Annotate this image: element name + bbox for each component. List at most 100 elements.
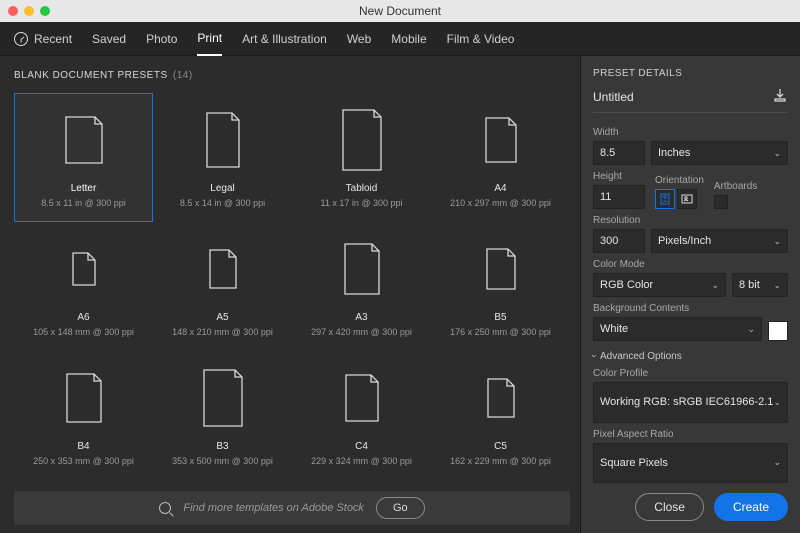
preset-name: C5 bbox=[494, 441, 507, 452]
height-label: Height bbox=[593, 171, 645, 182]
color-mode-label: Color Mode bbox=[593, 259, 788, 270]
preset-name: Letter bbox=[71, 183, 97, 194]
pixel-aspect-select[interactable]: Square Pixels⌄ bbox=[593, 443, 788, 484]
tab-photo[interactable]: Photo bbox=[146, 23, 177, 55]
preset-name: A6 bbox=[77, 312, 89, 323]
tab-recent[interactable]: Recent bbox=[14, 23, 72, 55]
stock-search-bar: Find more templates on Adobe Stock Go bbox=[14, 491, 570, 525]
preset-card-a6[interactable]: A6 105 x 148 mm @ 300 ppi bbox=[14, 222, 153, 351]
search-icon bbox=[159, 502, 171, 514]
preset-name: A4 bbox=[494, 183, 506, 194]
chevron-down-icon: › bbox=[590, 355, 600, 358]
resolution-label: Resolution bbox=[593, 215, 788, 226]
page-icon bbox=[342, 101, 382, 179]
tab-saved[interactable]: Saved bbox=[92, 23, 126, 55]
preset-card-a4[interactable]: A4 210 x 297 mm @ 300 ppi bbox=[431, 93, 570, 222]
width-label: Width bbox=[593, 127, 788, 138]
save-preset-icon[interactable] bbox=[772, 87, 788, 106]
pixel-aspect-value: Square Pixels bbox=[600, 457, 668, 469]
preset-gallery: BLANK DOCUMENT PRESETS (14) Letter 8.5 x … bbox=[0, 56, 580, 533]
height-input[interactable] bbox=[593, 185, 645, 209]
bit-depth-select[interactable]: 8 bit⌄ bbox=[732, 273, 788, 297]
page-icon bbox=[209, 230, 237, 308]
preset-dimensions: 11 x 17 in @ 300 ppi bbox=[320, 198, 402, 208]
preset-name: B4 bbox=[77, 441, 89, 452]
page-icon bbox=[72, 230, 96, 308]
preset-dimensions: 105 x 148 mm @ 300 ppi bbox=[33, 327, 134, 337]
preset-dimensions: 297 x 420 mm @ 300 ppi bbox=[311, 327, 412, 337]
preset-dimensions: 8.5 x 14 in @ 300 ppi bbox=[180, 198, 265, 208]
preset-name: C4 bbox=[355, 441, 368, 452]
advanced-options-toggle[interactable]: ›Advanced Options bbox=[593, 351, 788, 362]
orientation-landscape-button[interactable] bbox=[677, 189, 697, 209]
tab-web[interactable]: Web bbox=[347, 23, 371, 55]
resolution-unit-select[interactable]: Pixels/Inch⌄ bbox=[651, 229, 788, 253]
preset-card-tabloid[interactable]: Tabloid 11 x 17 in @ 300 ppi bbox=[292, 93, 431, 222]
preset-card-b5[interactable]: B5 176 x 250 mm @ 300 ppi bbox=[431, 222, 570, 351]
preset-name: Tabloid bbox=[346, 183, 378, 194]
preset-name: Legal bbox=[210, 183, 234, 194]
color-mode-select[interactable]: RGB Color⌄ bbox=[593, 273, 726, 297]
resolution-unit-value: Pixels/Inch bbox=[658, 235, 711, 247]
stock-search-input[interactable]: Find more templates on Adobe Stock bbox=[183, 502, 364, 514]
window-title: New Document bbox=[0, 4, 800, 18]
page-icon bbox=[345, 359, 379, 437]
preset-name: B3 bbox=[216, 441, 228, 452]
artboards-label: Artboards bbox=[714, 181, 757, 192]
presets-count: (14) bbox=[173, 70, 193, 81]
preset-dimensions: 210 x 297 mm @ 300 ppi bbox=[450, 198, 551, 208]
preset-name: A3 bbox=[355, 312, 367, 323]
background-select[interactable]: White⌄ bbox=[593, 317, 762, 341]
preset-dimensions: 353 x 500 mm @ 300 ppi bbox=[172, 456, 273, 466]
page-icon bbox=[206, 101, 240, 179]
preset-card-a5[interactable]: A5 148 x 210 mm @ 300 ppi bbox=[153, 222, 292, 351]
preset-name: A5 bbox=[216, 312, 228, 323]
page-icon bbox=[344, 230, 380, 308]
pixel-aspect-label: Pixel Aspect Ratio bbox=[593, 429, 788, 440]
bit-depth-value: 8 bit bbox=[739, 279, 760, 291]
preset-details-panel: PRESET DETAILS Width Inches⌄ Height Orie… bbox=[580, 56, 800, 533]
orientation-label: Orientation bbox=[655, 175, 704, 186]
create-button[interactable]: Create bbox=[714, 493, 788, 521]
preset-dimensions: 162 x 229 mm @ 300 ppi bbox=[450, 456, 551, 466]
color-profile-value: Working RGB: sRGB IEC61966-2.1 bbox=[600, 396, 773, 408]
preset-card-c5[interactable]: C5 162 x 229 mm @ 300 ppi bbox=[431, 351, 570, 480]
background-swatch[interactable] bbox=[768, 321, 788, 341]
tab-art-illustration[interactable]: Art & Illustration bbox=[242, 23, 327, 55]
tab-mobile[interactable]: Mobile bbox=[391, 23, 426, 55]
preset-dimensions: 229 x 324 mm @ 300 ppi bbox=[311, 456, 412, 466]
preset-card-a3[interactable]: A3 297 x 420 mm @ 300 ppi bbox=[292, 222, 431, 351]
close-button[interactable]: Close bbox=[635, 493, 704, 521]
orientation-portrait-button[interactable] bbox=[655, 189, 675, 209]
presets-heading: BLANK DOCUMENT PRESETS (14) bbox=[14, 70, 570, 81]
document-name-input[interactable] bbox=[593, 90, 764, 104]
color-mode-value: RGB Color bbox=[600, 279, 653, 291]
resolution-input[interactable] bbox=[593, 229, 645, 253]
preset-card-b4[interactable]: B4 250 x 353 mm @ 300 ppi bbox=[14, 351, 153, 480]
preset-dimensions: 8.5 x 11 in @ 300 ppi bbox=[41, 198, 126, 208]
background-value: White bbox=[600, 323, 628, 335]
background-label: Background Contents bbox=[593, 303, 788, 314]
tab-film-video[interactable]: Film & Video bbox=[447, 23, 515, 55]
page-icon bbox=[66, 359, 102, 437]
width-input[interactable] bbox=[593, 141, 645, 165]
preset-dimensions: 176 x 250 mm @ 300 ppi bbox=[450, 327, 551, 337]
preset-dimensions: 148 x 210 mm @ 300 ppi bbox=[172, 327, 273, 337]
preset-card-letter[interactable]: Letter 8.5 x 11 in @ 300 ppi bbox=[14, 93, 153, 222]
preset-name: B5 bbox=[494, 312, 506, 323]
stock-go-button[interactable]: Go bbox=[376, 497, 425, 519]
preset-card-legal[interactable]: Legal 8.5 x 14 in @ 300 ppi bbox=[153, 93, 292, 222]
preset-dimensions: 250 x 353 mm @ 300 ppi bbox=[33, 456, 134, 466]
preset-card-c4[interactable]: C4 229 x 324 mm @ 300 ppi bbox=[292, 351, 431, 480]
color-profile-select[interactable]: Working RGB: sRGB IEC61966-2.1⌄ bbox=[593, 382, 788, 423]
artboards-checkbox[interactable] bbox=[714, 195, 728, 209]
page-icon bbox=[65, 101, 103, 179]
unit-select[interactable]: Inches⌄ bbox=[651, 141, 788, 165]
page-icon bbox=[485, 101, 517, 179]
tab-print[interactable]: Print bbox=[197, 22, 222, 56]
titlebar: New Document bbox=[0, 0, 800, 22]
preset-card-b3[interactable]: B3 353 x 500 mm @ 300 ppi bbox=[153, 351, 292, 480]
presets-heading-text: BLANK DOCUMENT PRESETS bbox=[14, 70, 168, 81]
color-profile-label: Color Profile bbox=[593, 368, 788, 379]
unit-value: Inches bbox=[658, 147, 690, 159]
